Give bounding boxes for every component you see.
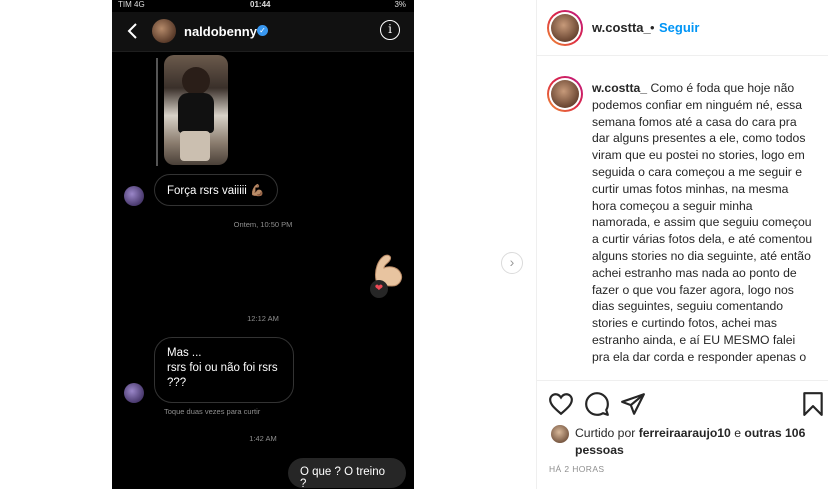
likes-mid: e [730,426,745,440]
message-timestamp: 12:12 AM [247,314,279,323]
bookmark-icon[interactable] [800,391,826,417]
back-icon [127,23,137,39]
chevron-right-icon[interactable]: › [501,252,523,274]
avatar[interactable] [551,425,569,443]
avatar [124,186,144,206]
story-photo-thumbnail [164,55,228,165]
dm-header: naldobenny ✓ i [112,12,414,52]
comment-icon[interactable] [584,391,610,417]
reply-indicator [156,58,158,166]
heart-icon[interactable] [548,391,574,417]
phone-status-bar: TIM 4G 01:44 3% [112,0,414,12]
message-line: rsrs foi ou não foi rsrs [167,362,278,374]
post-timestamp[interactable]: HÁ 2 HORAS [549,464,605,474]
post-header: w.costta_ • Seguir [537,0,828,56]
caption-text: Como é foda que hoje não podemos confiar… [592,81,813,364]
verified-icon: ✓ [257,25,268,36]
comments-scroll-area[interactable]: w.costta_ Como é foda que hoje não podem… [537,62,828,380]
status-battery: 3% [394,0,406,9]
message-bubble-incoming: Força rsrs vaiiiii 💪🏽 [154,174,278,206]
heart-reaction: ❤ [370,280,388,298]
info-icon: i [380,20,400,40]
instagram-post-view: TIM 4G 01:44 3% naldobenny ✓ i Força rsr… [0,0,828,489]
likes-prefix: Curtido por [575,426,639,440]
separator-dot: • [650,20,655,35]
photo-head [182,67,210,95]
likes-summary: Curtido por ferreiraaraujo10 e outras 10… [575,425,821,459]
status-carrier: TIM 4G [118,0,145,9]
message-timestamp: Ontem, 10:50 PM [233,220,293,229]
post-caption: w.costta_ Como é foda que hoje não podem… [592,80,814,366]
status-time: 01:44 [250,0,271,9]
dm-username: naldobenny [184,24,257,39]
message-bubble-incoming: Mas ... rsrs foi ou não foi rsrs ??? [154,337,294,403]
message-bubble-outgoing: O que ? O treino ? [288,458,406,489]
post-author-username[interactable]: w.costta_ [592,20,651,35]
message-line: Mas ... [167,347,202,359]
avatar [152,19,176,43]
message-line: ??? [167,377,187,389]
avatar [124,383,144,403]
post-actions: Curtido por ferreiraaraujo10 e outras 10… [537,380,828,489]
post-image-dm-screenshot: TIM 4G 01:44 3% naldobenny ✓ i Força rsr… [112,0,414,489]
photo-legs [180,131,210,161]
photo-body [178,93,214,133]
tap-to-like-hint: Toque duas vezes para curtir [164,407,261,416]
avatar[interactable] [547,76,583,112]
follow-button[interactable]: Seguir [659,20,699,35]
avatar[interactable] [547,10,583,46]
message-timestamp: 1:42 AM [249,434,277,443]
share-icon[interactable] [620,391,646,417]
caption-username[interactable]: w.costta_ [592,81,647,95]
liker-username[interactable]: ferreiraaraujo10 [639,426,731,440]
post-side-panel: w.costta_ • Seguir w.costta_ Como é foda… [536,0,828,489]
